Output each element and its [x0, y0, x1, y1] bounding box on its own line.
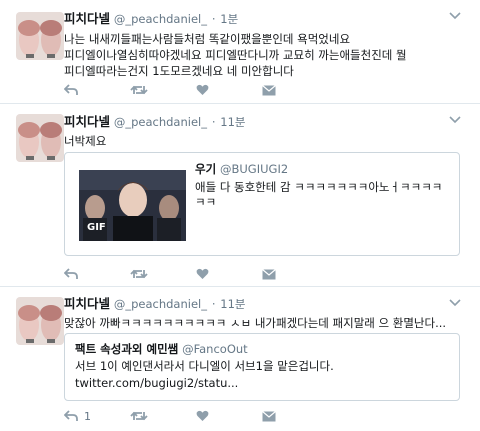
reply-icon [64, 268, 78, 279]
tweet-header: 피치다넬 @_peachdaniel_ · 11분 [64, 295, 470, 313]
retweet-icon [130, 85, 148, 95]
reply-button[interactable]: 1 [64, 408, 130, 424]
screenname[interactable]: @_peachdaniel_ [114, 12, 207, 26]
retweet-button[interactable] [130, 82, 196, 98]
quoted-fullname[interactable]: 팩트 속성과외 예민쌤 [75, 342, 178, 356]
tweet-actions: 1 [64, 408, 328, 424]
retweet-button[interactable] [130, 408, 196, 424]
heart-icon [196, 410, 209, 421]
quoted-text: 애들 다 동호한테 감 ㅋㅋㅋㅋㅋㅋㅋ아노ㅓㅋㅋㅋㅋㅋㅋ [195, 180, 443, 209]
retweet-icon [130, 269, 148, 279]
avatar-image [16, 297, 64, 345]
quoted-text: 서브 1이 예인댄서라서 다니엘이 서브1을 맡은겁니다. [75, 359, 334, 373]
tweet[interactable]: 피치다넬 @_peachdaniel_ · 1분 나는 내새끼들패는사람들처럼 … [0, 0, 480, 104]
timestamp[interactable]: 1분 [220, 12, 238, 26]
separator-dot: · [211, 115, 216, 129]
tweet-header: 피치다넬 @_peachdaniel_ · 1분 [64, 10, 470, 28]
tweet-text: 맞잖아 까빠ㅋㅋㅋㅋㅋㅋㅋㅋㅋㅋ ㅅㅂ 내가패겠다는데 패지말래 으 환멸난다.… [64, 316, 447, 330]
envelope-icon [262, 84, 276, 95]
tweet[interactable]: 피치다넬 @_peachdaniel_ · 11분 너박제요 GIF 우기 @B… [0, 104, 480, 287]
timestamp[interactable]: 11분 [220, 297, 245, 311]
fullname[interactable]: 피치다넬 [64, 114, 110, 129]
quoted-link[interactable]: twitter.com/bugiugi2/statu... [75, 376, 451, 391]
screenname[interactable]: @_peachdaniel_ [114, 297, 207, 311]
tweet-text: 나는 내새끼들패는사람들처럼 똑같이팼을뿐인데 욕먹었네요 피디엘이나열심히따야… [64, 32, 407, 78]
like-button[interactable] [196, 266, 262, 282]
timestamp[interactable]: 11분 [220, 115, 245, 129]
message-button[interactable] [262, 266, 328, 282]
retweet-button[interactable] [130, 266, 196, 282]
retweet-icon [130, 411, 148, 421]
tweet-header: 피치다넬 @_peachdaniel_ · 11분 [64, 113, 470, 131]
tweet-actions [64, 266, 328, 282]
quoted-screenname[interactable]: @FancoOut [182, 342, 248, 356]
quoted-fullname[interactable]: 우기 [195, 162, 216, 176]
quoted-screenname[interactable]: @BUGIUGI2 [220, 162, 288, 176]
tweet-timeline: 피치다넬 @_peachdaniel_ · 1분 나는 내새끼들패는사람들처럼 … [0, 0, 480, 431]
heart-icon [196, 84, 209, 95]
fullname[interactable]: 피치다넬 [64, 11, 110, 26]
tweet-text: 너박제요 [64, 134, 107, 148]
avatar[interactable] [16, 12, 64, 60]
message-button[interactable] [262, 82, 328, 98]
avatar-image [16, 114, 64, 162]
heart-icon [196, 268, 209, 279]
screenname[interactable]: @_peachdaniel_ [114, 115, 207, 129]
message-button[interactable] [262, 408, 328, 424]
reply-icon [64, 410, 78, 421]
separator-dot: · [211, 297, 216, 311]
separator-dot: · [211, 12, 216, 26]
reply-icon [64, 84, 78, 95]
retweet-count: 1 [84, 409, 91, 423]
quoted-tweet[interactable]: GIF 우기 @BUGIUGI2 애들 다 동호한테 감 ㅋㅋㅋㅋㅋㅋㅋ아노ㅓㅋ… [64, 152, 460, 256]
tweet-actions [64, 82, 328, 98]
fullname[interactable]: 피치다넬 [64, 296, 110, 311]
avatar[interactable] [16, 297, 64, 345]
reply-button[interactable] [64, 266, 130, 282]
avatar[interactable] [16, 114, 64, 162]
tweet[interactable]: 피치다넬 @_peachdaniel_ · 11분 맞잖아 까빠ㅋㅋㅋㅋㅋㅋㅋㅋ… [0, 287, 480, 431]
envelope-icon [262, 410, 276, 421]
reply-button[interactable] [64, 82, 130, 98]
quoted-media-gif[interactable]: GIF [79, 170, 186, 241]
envelope-icon [262, 268, 276, 279]
avatar-image [16, 12, 64, 60]
quoted-tweet[interactable]: 팩트 속성과외 예민쌤 @FancoOut 서브 1이 예인댄서라서 다니엘이 … [64, 333, 460, 401]
like-button[interactable] [196, 82, 262, 98]
like-button[interactable] [196, 408, 262, 424]
gif-badge: GIF [87, 222, 106, 233]
